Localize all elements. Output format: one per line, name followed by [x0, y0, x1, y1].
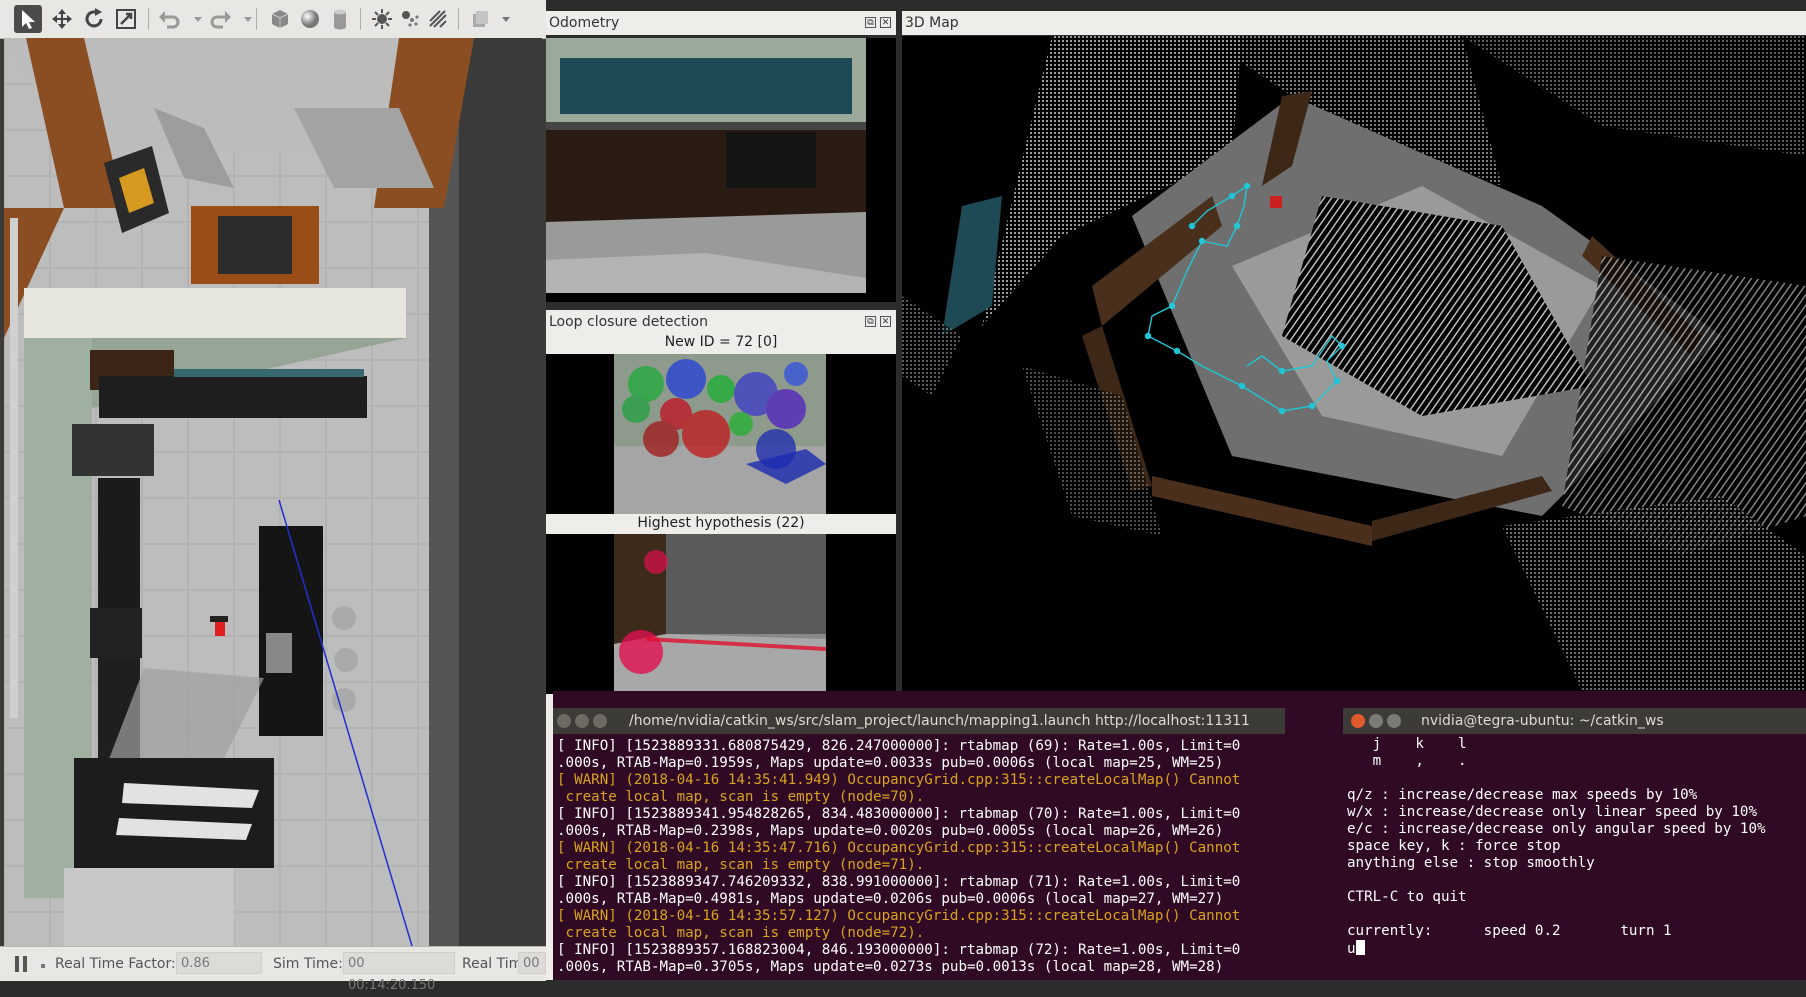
terminal-line: [ INFO] [1523889347.746209332, 838.99100… [557, 874, 1241, 890]
close-panel-icon[interactable]: ✕ [880, 316, 891, 327]
map3d-render [902, 36, 1806, 691]
terminal-line: .000s, RTAB-Map=0.3705s, Maps update=0.0… [557, 959, 1224, 975]
odometry-panel-title: Odometry [549, 15, 620, 31]
roslaunch-terminal-titlebar: /home/nvidia/catkin_ws/src/slam_project/… [553, 708, 1285, 734]
copy-icon[interactable] [466, 5, 494, 33]
gazebo-window: Real Time Factor: 0.86 Sim Time: 00 00:1… [0, 0, 546, 993]
toolbar-divider [256, 8, 257, 30]
map3d-panel-title: 3D Map [905, 15, 959, 31]
new-id-label: New ID = 72 [0] [664, 334, 778, 350]
terminal-line: currently: speed 0.2 turn 1 [1347, 923, 1672, 939]
text-cursor [1355, 940, 1365, 955]
real-time-factor-value: 0.86 [176, 952, 262, 974]
teleop-terminal-output: j k l m , . q/z : increase/decrease max … [1347, 736, 1802, 960]
loop-closure-panel-header: Loop closure detection ⧉ ✕ [546, 310, 896, 334]
new-id-image [546, 354, 896, 514]
maximize-window-icon[interactable] [593, 714, 607, 728]
teleop-terminal-titlebar: nvidia@tegra-ubuntu: ~/catkin_ws [1343, 708, 1806, 734]
directional-light-icon[interactable] [424, 5, 452, 33]
terminal-line: j k l [1347, 736, 1467, 752]
float-panel-icon[interactable]: ⧉ [865, 316, 876, 327]
close-window-icon[interactable] [1351, 714, 1365, 728]
pause-icon[interactable] [14, 956, 28, 972]
terminal-line: [ INFO] [1523889341.954828265, 834.48300… [557, 806, 1241, 822]
toolbar-divider [360, 8, 361, 30]
minimize-window-icon[interactable] [575, 714, 589, 728]
teleop-terminal-title: nvidia@tegra-ubuntu: ~/catkin_ws [1421, 713, 1664, 729]
terminal-line: .000s, RTAB-Map=0.4981s, Maps update=0.0… [557, 891, 1224, 907]
loop-closure-panel-title: Loop closure detection [549, 314, 708, 330]
terminal-input-line[interactable]: u [1347, 940, 1802, 958]
sphere-shape-icon[interactable] [296, 5, 324, 33]
terminal-line: .000s, RTAB-Map=0.2398s, Maps update=0.0… [557, 823, 1224, 839]
gazebo-toolbar [0, 0, 546, 39]
map3d-panel-header: 3D Map [902, 11, 1806, 35]
gazebo-scene-render [4, 38, 542, 946]
terminal-line: e/c : increase/decrease only angular spe… [1347, 821, 1766, 837]
scale-icon[interactable] [112, 5, 140, 33]
more-dropdown-icon[interactable] [492, 5, 510, 33]
highest-hypothesis-image [546, 534, 896, 694]
terminal-line: .000s, RTAB-Map=0.1959s, Maps update=0.0… [557, 755, 1224, 771]
undo-dropdown-icon[interactable] [184, 5, 202, 33]
terminal-line: create local map, scan is empty (node=71… [557, 857, 925, 873]
step-icon[interactable] [41, 964, 45, 968]
map3d-view[interactable] [902, 36, 1806, 691]
terminal-line: create local map, scan is empty (node=70… [557, 789, 925, 805]
terminal-line: [ INFO] [1523889331.680875429, 826.24700… [557, 738, 1241, 754]
rotate-icon[interactable] [80, 5, 108, 33]
point-light-icon[interactable] [368, 5, 396, 33]
real-time-factor-label: Real Time Factor: [55, 956, 176, 972]
real-time-value: 00 [518, 952, 546, 974]
roslaunch-terminal-title: /home/nvidia/catkin_ws/src/slam_project/… [629, 713, 1250, 729]
float-panel-icon[interactable]: ⧉ [865, 17, 876, 28]
close-window-icon[interactable] [557, 714, 571, 728]
terminal-line: [ WARN] (2018-04-16 14:35:47.716) Occupa… [557, 840, 1241, 856]
undo-icon[interactable] [156, 5, 184, 33]
robot-marker [1270, 196, 1282, 208]
toolbar-divider [458, 8, 459, 30]
roslaunch-terminal[interactable]: /home/nvidia/catkin_ws/src/slam_project/… [553, 708, 1285, 980]
odometry-camera-image [546, 38, 896, 302]
sim-time-label: Sim Time: [273, 956, 343, 972]
terminal-line: space key, k : force stop [1347, 838, 1561, 854]
select-arrow-icon[interactable] [14, 5, 42, 33]
terminal-line: CTRL-C to quit [1347, 889, 1467, 905]
terminal-line: [ WARN] (2018-04-16 14:35:57.127) Occupa… [557, 908, 1241, 924]
terminal-input-text: u [1347, 941, 1356, 957]
teleop-terminal[interactable]: nvidia@tegra-ubuntu: ~/catkin_ws j k l m… [1343, 708, 1806, 960]
terminal-line: create local map, scan is empty (node=72… [557, 925, 925, 941]
roslaunch-terminal-output: [ INFO] [1523889331.680875429, 826.24700… [557, 738, 1281, 980]
odometry-panel-header: Odometry ⧉ ✕ [546, 11, 896, 35]
cylinder-shape-icon[interactable] [326, 5, 354, 33]
terminal-line: anything else : stop smoothly [1347, 855, 1595, 871]
redo-icon[interactable] [206, 5, 234, 33]
terminal-line: m , . [1347, 753, 1467, 769]
minimize-window-icon[interactable] [1369, 714, 1383, 728]
highest-hypothesis-label: Highest hypothesis (22) [637, 515, 805, 531]
terminal-line: [ INFO] [1523889357.168823004, 846.19300… [557, 942, 1241, 958]
spot-light-icon[interactable] [396, 5, 424, 33]
box-shape-icon[interactable] [266, 5, 294, 33]
gazebo-3d-viewport[interactable] [4, 38, 542, 946]
odometry-image-view [546, 38, 896, 302]
close-panel-icon[interactable]: ✕ [880, 17, 891, 28]
translate-icon[interactable] [48, 5, 76, 33]
toolbar-divider [148, 8, 149, 30]
redo-dropdown-icon[interactable] [234, 5, 252, 33]
gazebo-status-bar: Real Time Factor: 0.86 Sim Time: 00 00:1… [0, 946, 546, 993]
terminal-line: [ WARN] (2018-04-16 14:35:41.949) Occupa… [557, 772, 1241, 788]
maximize-window-icon[interactable] [1387, 714, 1401, 728]
terminal-line: w/x : increase/decrease only linear spee… [1347, 804, 1757, 820]
terminal-line: q/z : increase/decrease max speeds by 10… [1347, 787, 1698, 803]
sim-time-value: 00 00:14:20.150 [343, 952, 455, 993]
